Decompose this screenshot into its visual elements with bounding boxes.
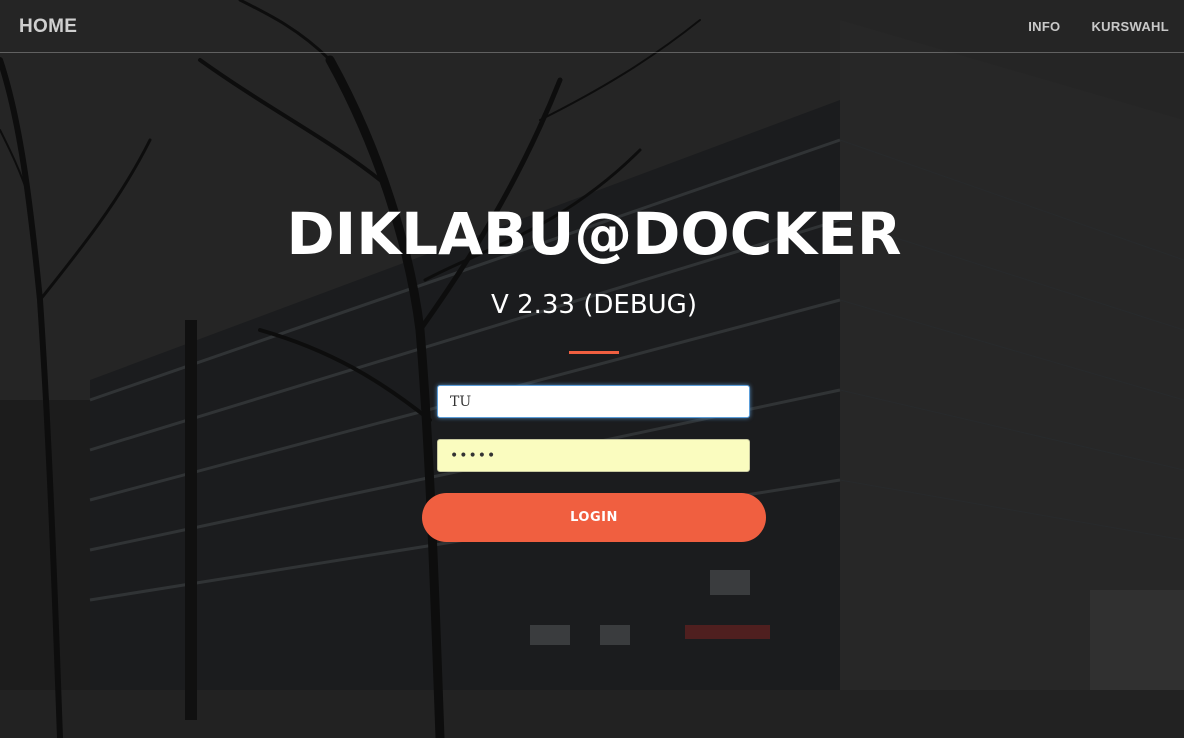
accent-divider <box>569 351 619 354</box>
hero: DIKLABU@DOCKER V 2.33 (DEBUG) LOGIN <box>0 0 1184 738</box>
password-input[interactable] <box>437 439 750 472</box>
version-subtitle: V 2.33 (DEBUG) <box>491 290 697 320</box>
username-input[interactable] <box>437 385 750 418</box>
page: HOME INFO KURSWAHL DIKLABU@DOCKER V 2.33… <box>0 0 1184 738</box>
login-button[interactable]: LOGIN <box>422 493 766 542</box>
page-title: DIKLABU@DOCKER <box>286 200 902 268</box>
